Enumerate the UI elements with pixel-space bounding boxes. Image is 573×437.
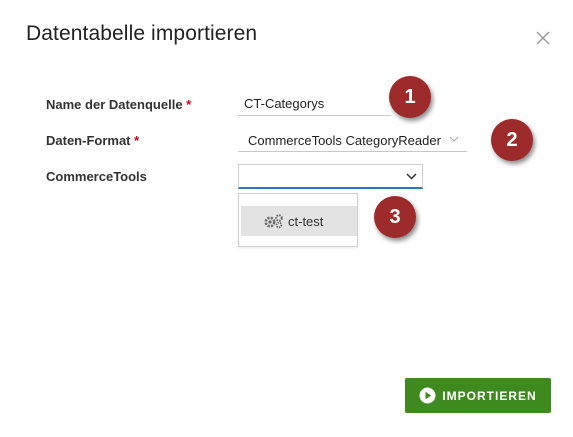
format-label: Daten-Format * [46, 133, 139, 148]
format-label-text: Daten-Format [46, 133, 131, 148]
dropdown-option-label: ct-test [288, 213, 324, 229]
import-dialog: Datentabelle importieren Name der Datenq… [0, 0, 573, 437]
chevron-down-icon [406, 173, 417, 180]
import-button-label: IMPORTIEREN [442, 388, 537, 403]
dialog-title: Datentabelle importieren [26, 22, 258, 45]
data-format-value: CommerceTools CategoryReader [248, 133, 441, 148]
import-button[interactable]: IMPORTIEREN [405, 378, 551, 413]
name-required-marker: * [186, 97, 192, 112]
chevron-down-icon [449, 136, 459, 142]
data-format-select[interactable]: CommerceTools CategoryReader [238, 130, 467, 152]
commercetools-label: CommerceTools [46, 169, 147, 184]
datasource-name-input[interactable]: CT-Categorys [238, 92, 391, 116]
commercetools-select[interactable] [238, 164, 423, 189]
annotation-badge-3: 3 [374, 196, 416, 238]
annotation-badge-1: 1 [389, 76, 431, 118]
name-label: Name der Datenquelle * [46, 97, 191, 112]
format-required-marker: * [134, 133, 140, 148]
gears-icon [264, 214, 283, 229]
commercetools-dropdown: ct-test [238, 193, 358, 247]
name-label-text: Name der Datenquelle [46, 97, 183, 112]
dropdown-option-ct-test[interactable]: ct-test [241, 206, 357, 236]
annotation-badge-2: 2 [491, 119, 533, 161]
play-circle-icon [419, 387, 436, 404]
close-icon[interactable] [535, 30, 551, 46]
